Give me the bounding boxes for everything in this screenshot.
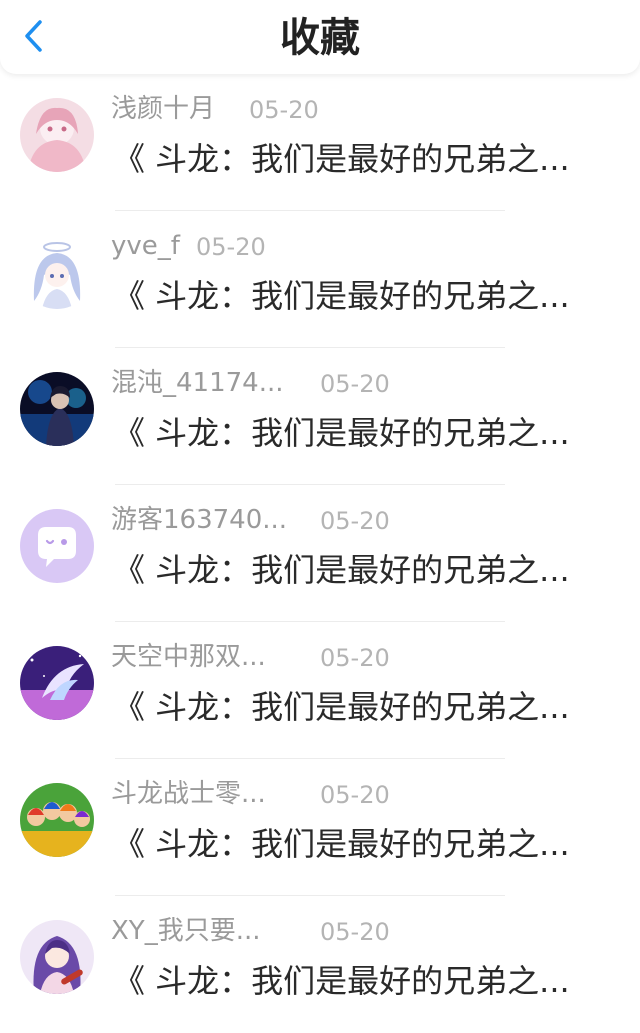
post-date: 05-20 [320, 370, 390, 398]
username: 游客163740... [111, 505, 288, 535]
list-item[interactable]: 天空中那双... 05-20 《 斗龙：我们是最好的兄弟之... [0, 622, 640, 759]
post-title: 《 斗龙：我们是最好的兄弟之... [113, 140, 570, 178]
list-item[interactable]: 斗龙战士零... 05-20 《 斗龙：我们是最好的兄弟之... [0, 759, 640, 896]
post-title: 《 斗龙：我们是最好的兄弟之... [113, 688, 570, 726]
post-date: 05-20 [320, 781, 390, 809]
post-date: 05-20 [196, 233, 266, 261]
username: 斗龙战士零... [111, 779, 266, 809]
username: yve_f [111, 231, 180, 261]
top-bar: 收藏 [0, 0, 640, 74]
post-title: 《 斗龙：我们是最好的兄弟之... [113, 414, 570, 452]
list-item[interactable]: 浅颜十月 05-20 《 斗龙：我们是最好的兄弟之... [0, 74, 640, 211]
avatar[interactable] [20, 646, 94, 720]
post-date: 05-20 [249, 96, 319, 124]
post-title: 《 斗龙：我们是最好的兄弟之... [113, 825, 570, 863]
username: 浅颜十月 [111, 94, 216, 124]
list-item[interactable]: 游客163740... 05-20 《 斗龙：我们是最好的兄弟之... [0, 485, 640, 622]
post-title: 《 斗龙：我们是最好的兄弟之... [113, 277, 570, 315]
list-item[interactable]: 混沌_41174... 05-20 《 斗龙：我们是最好的兄弟之... [0, 348, 640, 485]
favorites-list: 浅颜十月 05-20 《 斗龙：我们是最好的兄弟之... yve_f 05-20… [0, 74, 640, 1033]
post-title: 《 斗龙：我们是最好的兄弟之... [113, 551, 570, 589]
list-item[interactable]: yve_f 05-20 《 斗龙：我们是最好的兄弟之... [0, 211, 640, 348]
avatar[interactable] [20, 509, 94, 583]
username: 天空中那双... [111, 642, 266, 672]
post-date: 05-20 [320, 644, 390, 672]
avatar[interactable] [20, 920, 94, 994]
avatar[interactable] [20, 372, 94, 446]
post-date: 05-20 [320, 918, 390, 946]
list-item[interactable]: XY_我只要... 05-20 《 斗龙：我们是最好的兄弟之... [0, 896, 640, 1033]
post-date: 05-20 [320, 507, 390, 535]
page-title: 收藏 [280, 15, 360, 61]
avatar[interactable] [20, 783, 94, 857]
avatar[interactable] [20, 235, 94, 309]
username: XY_我只要... [111, 916, 261, 946]
avatar[interactable] [20, 98, 94, 172]
username: 混沌_41174... [111, 368, 284, 398]
